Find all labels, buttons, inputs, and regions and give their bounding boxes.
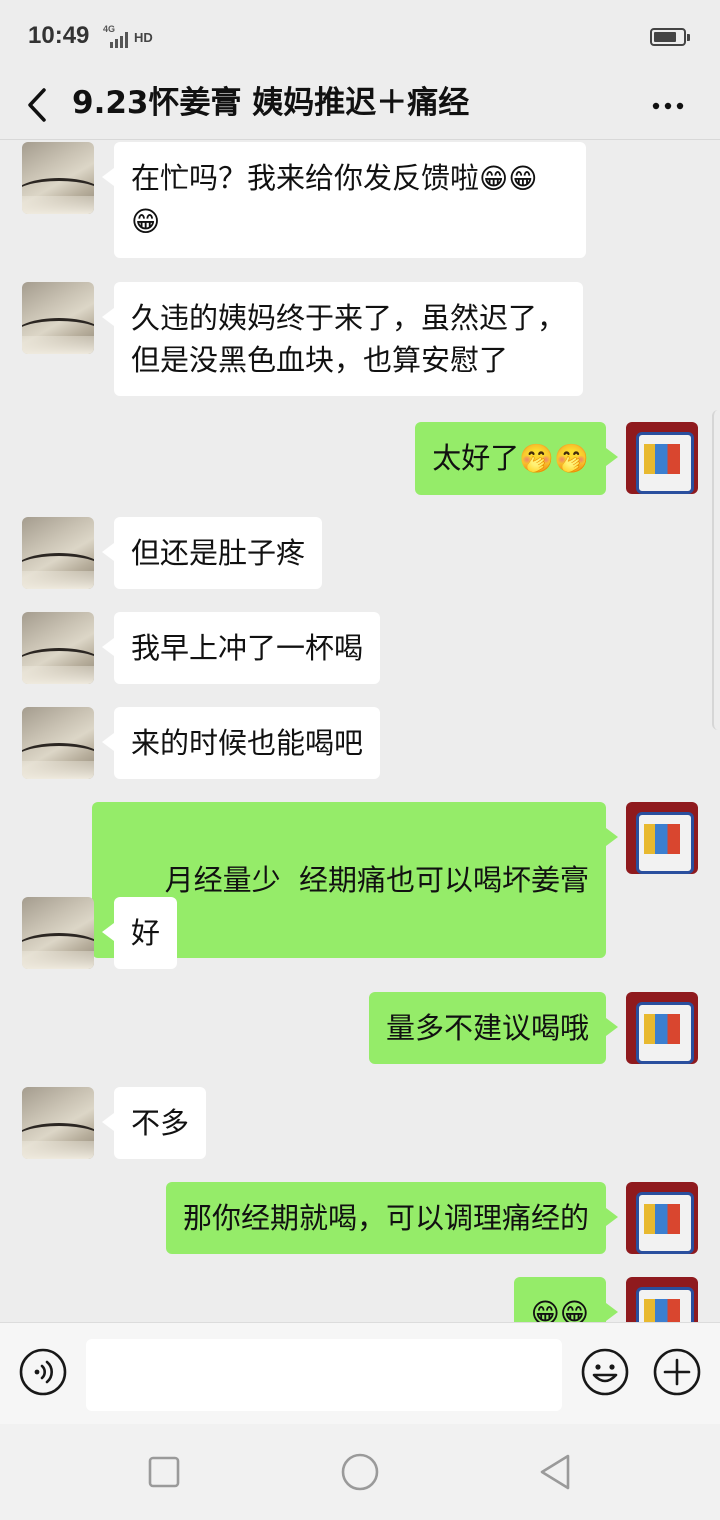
my-avatar[interactable] xyxy=(626,802,698,874)
contact-avatar[interactable] xyxy=(22,897,94,969)
grin-emoji-icon: 😁 xyxy=(559,1297,589,1322)
recents-square-icon[interactable] xyxy=(142,1450,186,1494)
message-text: 好 xyxy=(131,916,161,950)
message-bubble-incoming[interactable]: 好 xyxy=(101,897,178,969)
contact-avatar[interactable] xyxy=(22,282,94,354)
home-circle-icon[interactable] xyxy=(338,1450,382,1494)
battery-icon xyxy=(650,28,690,46)
more-icon[interactable] xyxy=(646,84,690,128)
system-nav-bar xyxy=(0,1424,720,1520)
message-text: 在忙吗？我来给你发反馈啦 xyxy=(131,161,480,195)
message-text: 不多 xyxy=(131,1106,190,1140)
message-text: 来的时候也能喝吧 xyxy=(131,726,364,760)
grin-emoji-icon: 😁 xyxy=(530,1297,560,1322)
message-bubble-incoming[interactable]: 但还是肚子疼 xyxy=(101,517,323,589)
my-avatar[interactable] xyxy=(626,1277,698,1322)
message-bubble-outgoing[interactable]: 量多不建议喝哦 xyxy=(368,992,619,1064)
contact-avatar[interactable] xyxy=(22,517,94,589)
my-avatar[interactable] xyxy=(626,422,698,494)
message-text: 我早上冲了一杯喝 xyxy=(131,631,364,665)
chat-header: 9.23怀姜膏 姨妈推迟＋痛经 xyxy=(0,70,720,140)
grin-emoji-icon: 😁 xyxy=(508,162,538,195)
message-bubble-incoming[interactable]: 久违的姨妈终于来了，虽然迟了， 但是没黑色血块，也算安慰了 xyxy=(101,282,584,396)
message-text: 但还是肚子疼 xyxy=(131,536,306,570)
back-icon[interactable] xyxy=(18,80,58,130)
hand-over-mouth-emoji-icon: 🤭 xyxy=(554,442,589,475)
my-avatar[interactable] xyxy=(626,992,698,1064)
message-text: 量多不建议喝哦 xyxy=(385,1011,589,1045)
hand-over-mouth-emoji-icon: 🤭 xyxy=(519,442,555,475)
message-bubble-outgoing[interactable]: 太好了🤭🤭 xyxy=(415,422,618,495)
message-text: 但是没黑色血块，也算安慰了 xyxy=(131,343,509,377)
message-bubble-outgoing[interactable]: 😁😁 xyxy=(513,1277,619,1322)
message-bubble-incoming[interactable]: 来的时候也能喝吧 xyxy=(101,707,381,779)
status-bar: 10:49 4G HD xyxy=(0,0,720,70)
hd-icon: HD xyxy=(134,30,153,45)
contact-avatar[interactable] xyxy=(22,707,94,779)
contact-avatar[interactable] xyxy=(22,1087,94,1159)
voice-icon[interactable] xyxy=(18,1347,68,1397)
signal-icon xyxy=(110,32,128,48)
message-text: 太好了 xyxy=(432,441,520,475)
message-text: 那你经期就喝，可以调理痛经的 xyxy=(182,1201,589,1235)
my-avatar[interactable] xyxy=(626,1182,698,1254)
message-list[interactable]: 在忙吗？我来给你发反馈啦😁😁 😁 久违的姨妈终于来了，虽然迟了， 但是没黑色血块，… xyxy=(0,140,720,1322)
emoji-icon[interactable] xyxy=(580,1347,630,1397)
input-bar xyxy=(0,1322,720,1424)
contact-avatar[interactable] xyxy=(22,142,94,214)
chat-title: 9.23怀姜膏 姨妈推迟＋痛经 xyxy=(72,85,470,121)
back-triangle-icon[interactable] xyxy=(534,1450,578,1494)
status-time: 10:49 xyxy=(28,22,90,49)
message-input[interactable] xyxy=(86,1339,562,1411)
message-bubble-incoming[interactable]: 在忙吗？我来给你发反馈啦😁😁 😁 xyxy=(102,142,586,258)
message-bubble-incoming[interactable]: 不多 xyxy=(101,1087,207,1159)
scrollbar[interactable] xyxy=(712,410,720,730)
plus-icon[interactable] xyxy=(652,1347,702,1397)
message-text: 月经量少 经期痛也可以喝坏姜膏 xyxy=(164,863,589,897)
message-bubble-outgoing[interactable]: 那你经期就喝，可以调理痛经的 xyxy=(165,1182,619,1254)
contact-avatar[interactable] xyxy=(22,612,94,684)
message-bubble-incoming[interactable]: 我早上冲了一杯喝 xyxy=(101,612,381,684)
grin-emoji-icon: 😁 xyxy=(479,162,509,195)
grin-emoji-icon: 😁 xyxy=(131,205,161,238)
message-text: 久违的姨妈终于来了，虽然迟了， xyxy=(131,301,567,335)
